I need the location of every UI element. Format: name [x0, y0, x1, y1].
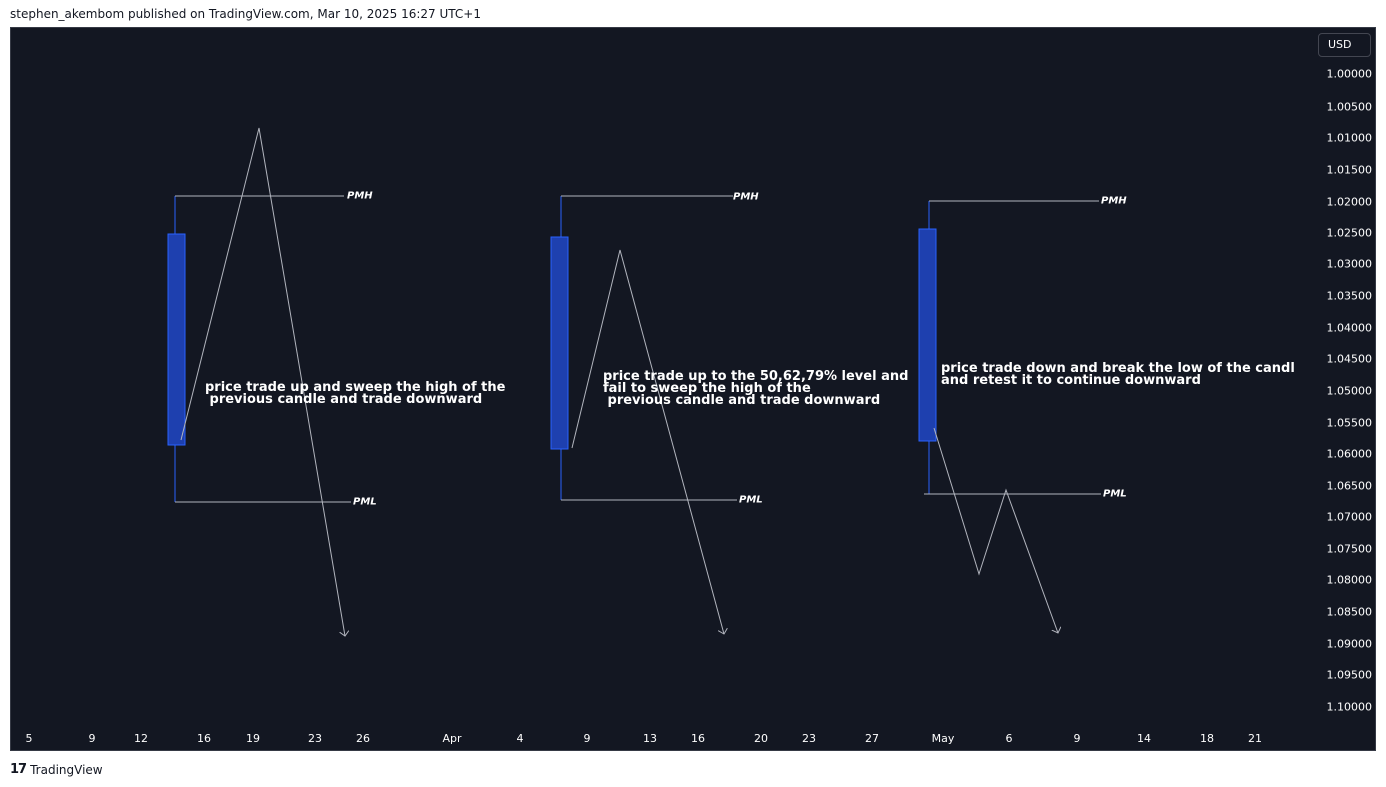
candle-3[interactable] [918, 201, 937, 494]
price-label: 1.05500 [1326, 416, 1373, 430]
time-label: 26 [356, 732, 370, 745]
price-label: 1.10000 [1326, 700, 1373, 714]
time-label: May [931, 732, 955, 745]
time-label: 5 [25, 732, 33, 745]
time-label: 23 [308, 732, 322, 745]
currency-button[interactable]: USD [1318, 33, 1371, 57]
candle-1[interactable] [167, 196, 186, 502]
time-label: 19 [246, 732, 260, 745]
time-label: 18 [1200, 732, 1214, 745]
time-label: 12 [134, 732, 148, 745]
time-label: 14 [1137, 732, 1151, 745]
time-label: Apr [442, 732, 462, 745]
time-label: 4 [516, 732, 524, 745]
price-label: 1.07000 [1326, 510, 1373, 524]
time-label: 23 [802, 732, 816, 745]
price-label: 1.08000 [1326, 573, 1373, 587]
pmh-label-1: PMH [347, 190, 373, 202]
time-label: 16 [691, 732, 705, 745]
price-label: 1.02000 [1326, 195, 1373, 209]
time-label: 20 [754, 732, 768, 745]
price-label: 1.07500 [1326, 542, 1373, 556]
candle-2[interactable] [550, 196, 569, 500]
time-label: 21 [1248, 732, 1262, 745]
publish-info: stephen_akembom published on TradingView… [10, 7, 481, 21]
pmh-label-2: PMH [733, 191, 759, 203]
price-label: 1.04500 [1326, 352, 1373, 366]
time-label: 9 [88, 732, 96, 745]
price-label: 1.09000 [1326, 637, 1373, 651]
price-label: 1.01000 [1326, 131, 1373, 145]
path-arrow-2[interactable] [571, 249, 724, 634]
price-label: 1.01500 [1326, 163, 1373, 177]
chart-frame[interactable]: PMH PML PMH PML PMH PML price trade up a… [10, 27, 1376, 751]
price-label: 1.04000 [1326, 321, 1373, 335]
annotation-break-low[interactable]: price trade down and break the low of th… [941, 362, 1294, 387]
price-label: 1.06500 [1326, 479, 1373, 493]
price-label: 1.06000 [1326, 447, 1373, 461]
price-label: 1.02500 [1326, 226, 1373, 240]
price-label: 1.08500 [1326, 605, 1373, 619]
annotation-fail-sweep[interactable]: price trade up to the 50,62,79% level an… [603, 370, 908, 407]
price-label: 1.00500 [1326, 100, 1373, 114]
price-label: 1.05000 [1326, 384, 1373, 398]
footer-brand[interactable]: 17 TradingView [10, 762, 103, 777]
price-label: 1.03000 [1326, 257, 1373, 271]
time-label: 6 [1005, 732, 1013, 745]
pml-label-3: PML [1103, 488, 1127, 500]
path-arrow-3[interactable] [933, 427, 1058, 633]
time-label: 13 [643, 732, 657, 745]
price-label: 1.00000 [1326, 67, 1373, 81]
price-scale[interactable]: 1.00000 1.00500 1.01000 1.01500 1.02000 … [1294, 28, 1375, 750]
plot-area[interactable]: PMH PML PMH PML PMH PML price trade up a… [11, 28, 1294, 750]
time-label: 16 [197, 732, 211, 745]
pmh-label-3: PMH [1101, 195, 1127, 207]
pml-label-2: PML [739, 494, 763, 506]
time-label: 9 [583, 732, 591, 745]
pml-label-1: PML [353, 496, 377, 508]
price-label: 1.09500 [1326, 668, 1373, 682]
time-label: 27 [865, 732, 879, 745]
price-label: 1.03500 [1326, 289, 1373, 303]
time-label: 9 [1073, 732, 1081, 745]
tradingview-logo-icon: 17 [10, 762, 27, 777]
annotation-sweep-high[interactable]: price trade up and sweep the high of the… [205, 381, 505, 406]
brand-label: TradingView [30, 762, 103, 777]
